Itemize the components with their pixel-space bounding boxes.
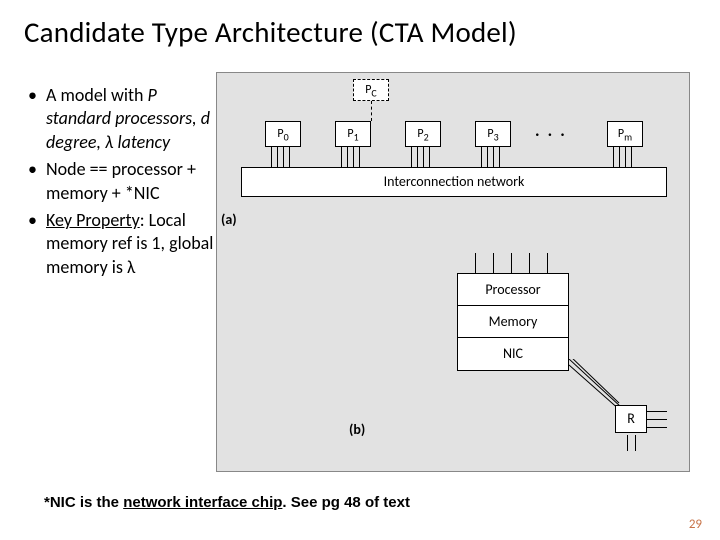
pc-dashed-link xyxy=(371,101,372,121)
bullet-1: A model with P standard processors, d de… xyxy=(42,84,216,154)
footnote: *NIC is the network interface chip. See … xyxy=(44,494,410,511)
bullet-list: A model with P standard processors, d de… xyxy=(24,84,216,283)
detail-memory: Memory xyxy=(458,306,568,338)
label-b: (b) xyxy=(349,421,365,438)
interconnect-box: Interconnection network xyxy=(241,167,667,197)
cta-diagram: PC P0 P1 P2 P3 · · · Pm Interconnection … xyxy=(216,72,690,472)
detail-processor: Processor xyxy=(458,274,568,306)
diagram-wrap: PC P0 P1 P2 P3 · · · Pm Interconnection … xyxy=(216,84,720,283)
pc-box: PC xyxy=(353,79,389,101)
p1-box: P1 xyxy=(335,121,371,147)
page-number: 29 xyxy=(689,517,702,532)
content-row: A model with P standard processors, d de… xyxy=(0,50,720,283)
label-a: (a) xyxy=(221,211,237,228)
bullet-3: Key Property: Local memory ref is 1, glo… xyxy=(42,209,216,279)
nic-to-r-links xyxy=(569,359,629,409)
bullet-2: Node == processor + memory + *NIC xyxy=(42,158,216,205)
detail-nic: NIC xyxy=(458,338,568,370)
node-detail-box: Processor Memory NIC xyxy=(457,273,569,371)
p0-box: P0 xyxy=(265,121,301,147)
pm-box: Pm xyxy=(607,121,643,147)
p3-box: P3 xyxy=(475,121,511,147)
ellipsis: · · · xyxy=(535,123,567,145)
p2-box: P2 xyxy=(405,121,441,147)
slide-title: Candidate Type Architecture (CTA Model) xyxy=(0,0,720,50)
router-box: R xyxy=(615,405,647,433)
